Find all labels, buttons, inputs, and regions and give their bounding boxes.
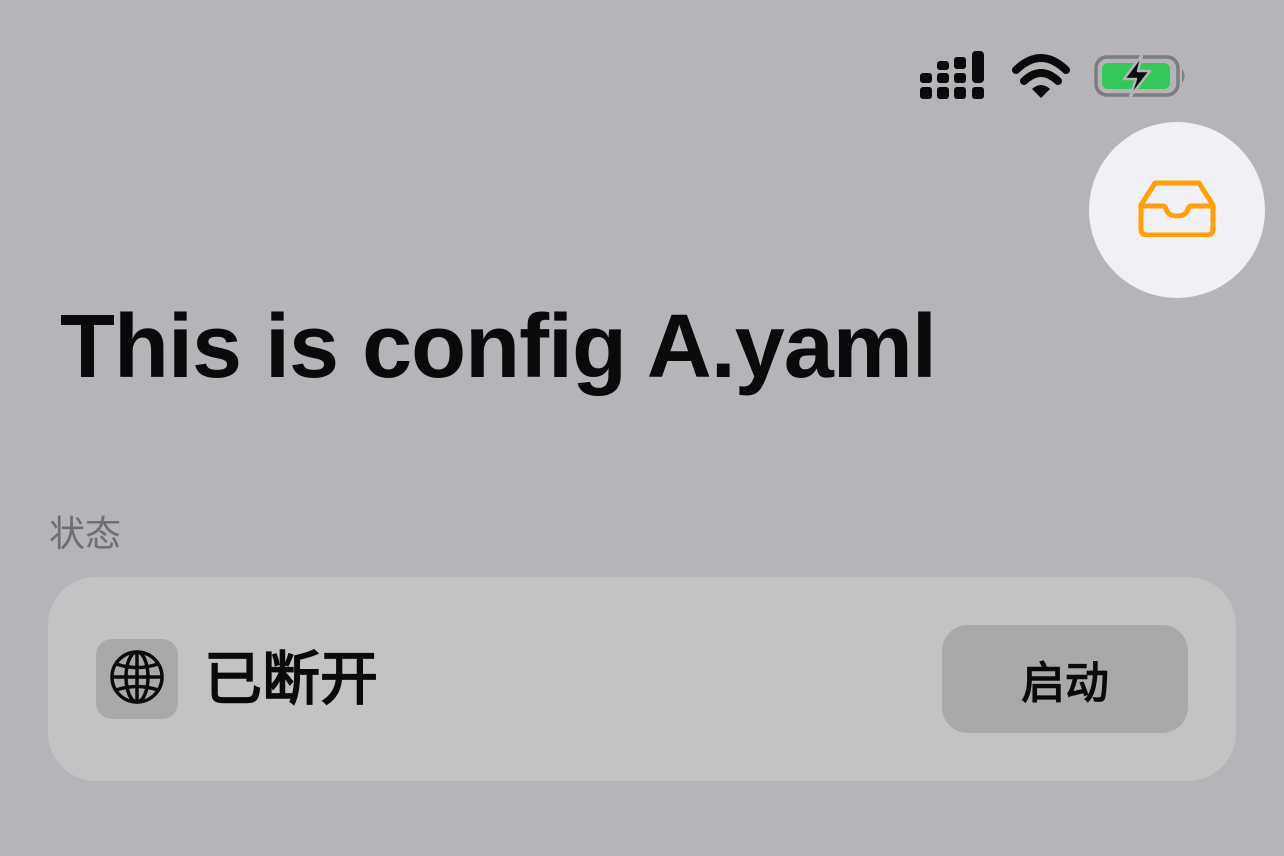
connection-status-card: 已断开 启动 <box>48 577 1236 781</box>
globe-icon <box>109 649 165 710</box>
cellular-signal-icon <box>920 51 988 101</box>
screen: This is config A.yaml 状态 已断开 启动 <box>0 0 1284 856</box>
wifi-icon <box>1012 54 1070 98</box>
battery-charging-icon <box>1094 53 1188 99</box>
section-header-status: 状态 <box>49 514 122 555</box>
tray-icon <box>1137 179 1217 242</box>
start-button[interactable]: 启动 <box>942 625 1188 733</box>
connection-state-label: 已断开 <box>204 645 379 713</box>
page-title: This is config A.yaml <box>60 297 937 397</box>
globe-badge <box>96 639 178 719</box>
status-bar <box>920 48 1188 104</box>
inbox-button[interactable] <box>1089 122 1265 298</box>
